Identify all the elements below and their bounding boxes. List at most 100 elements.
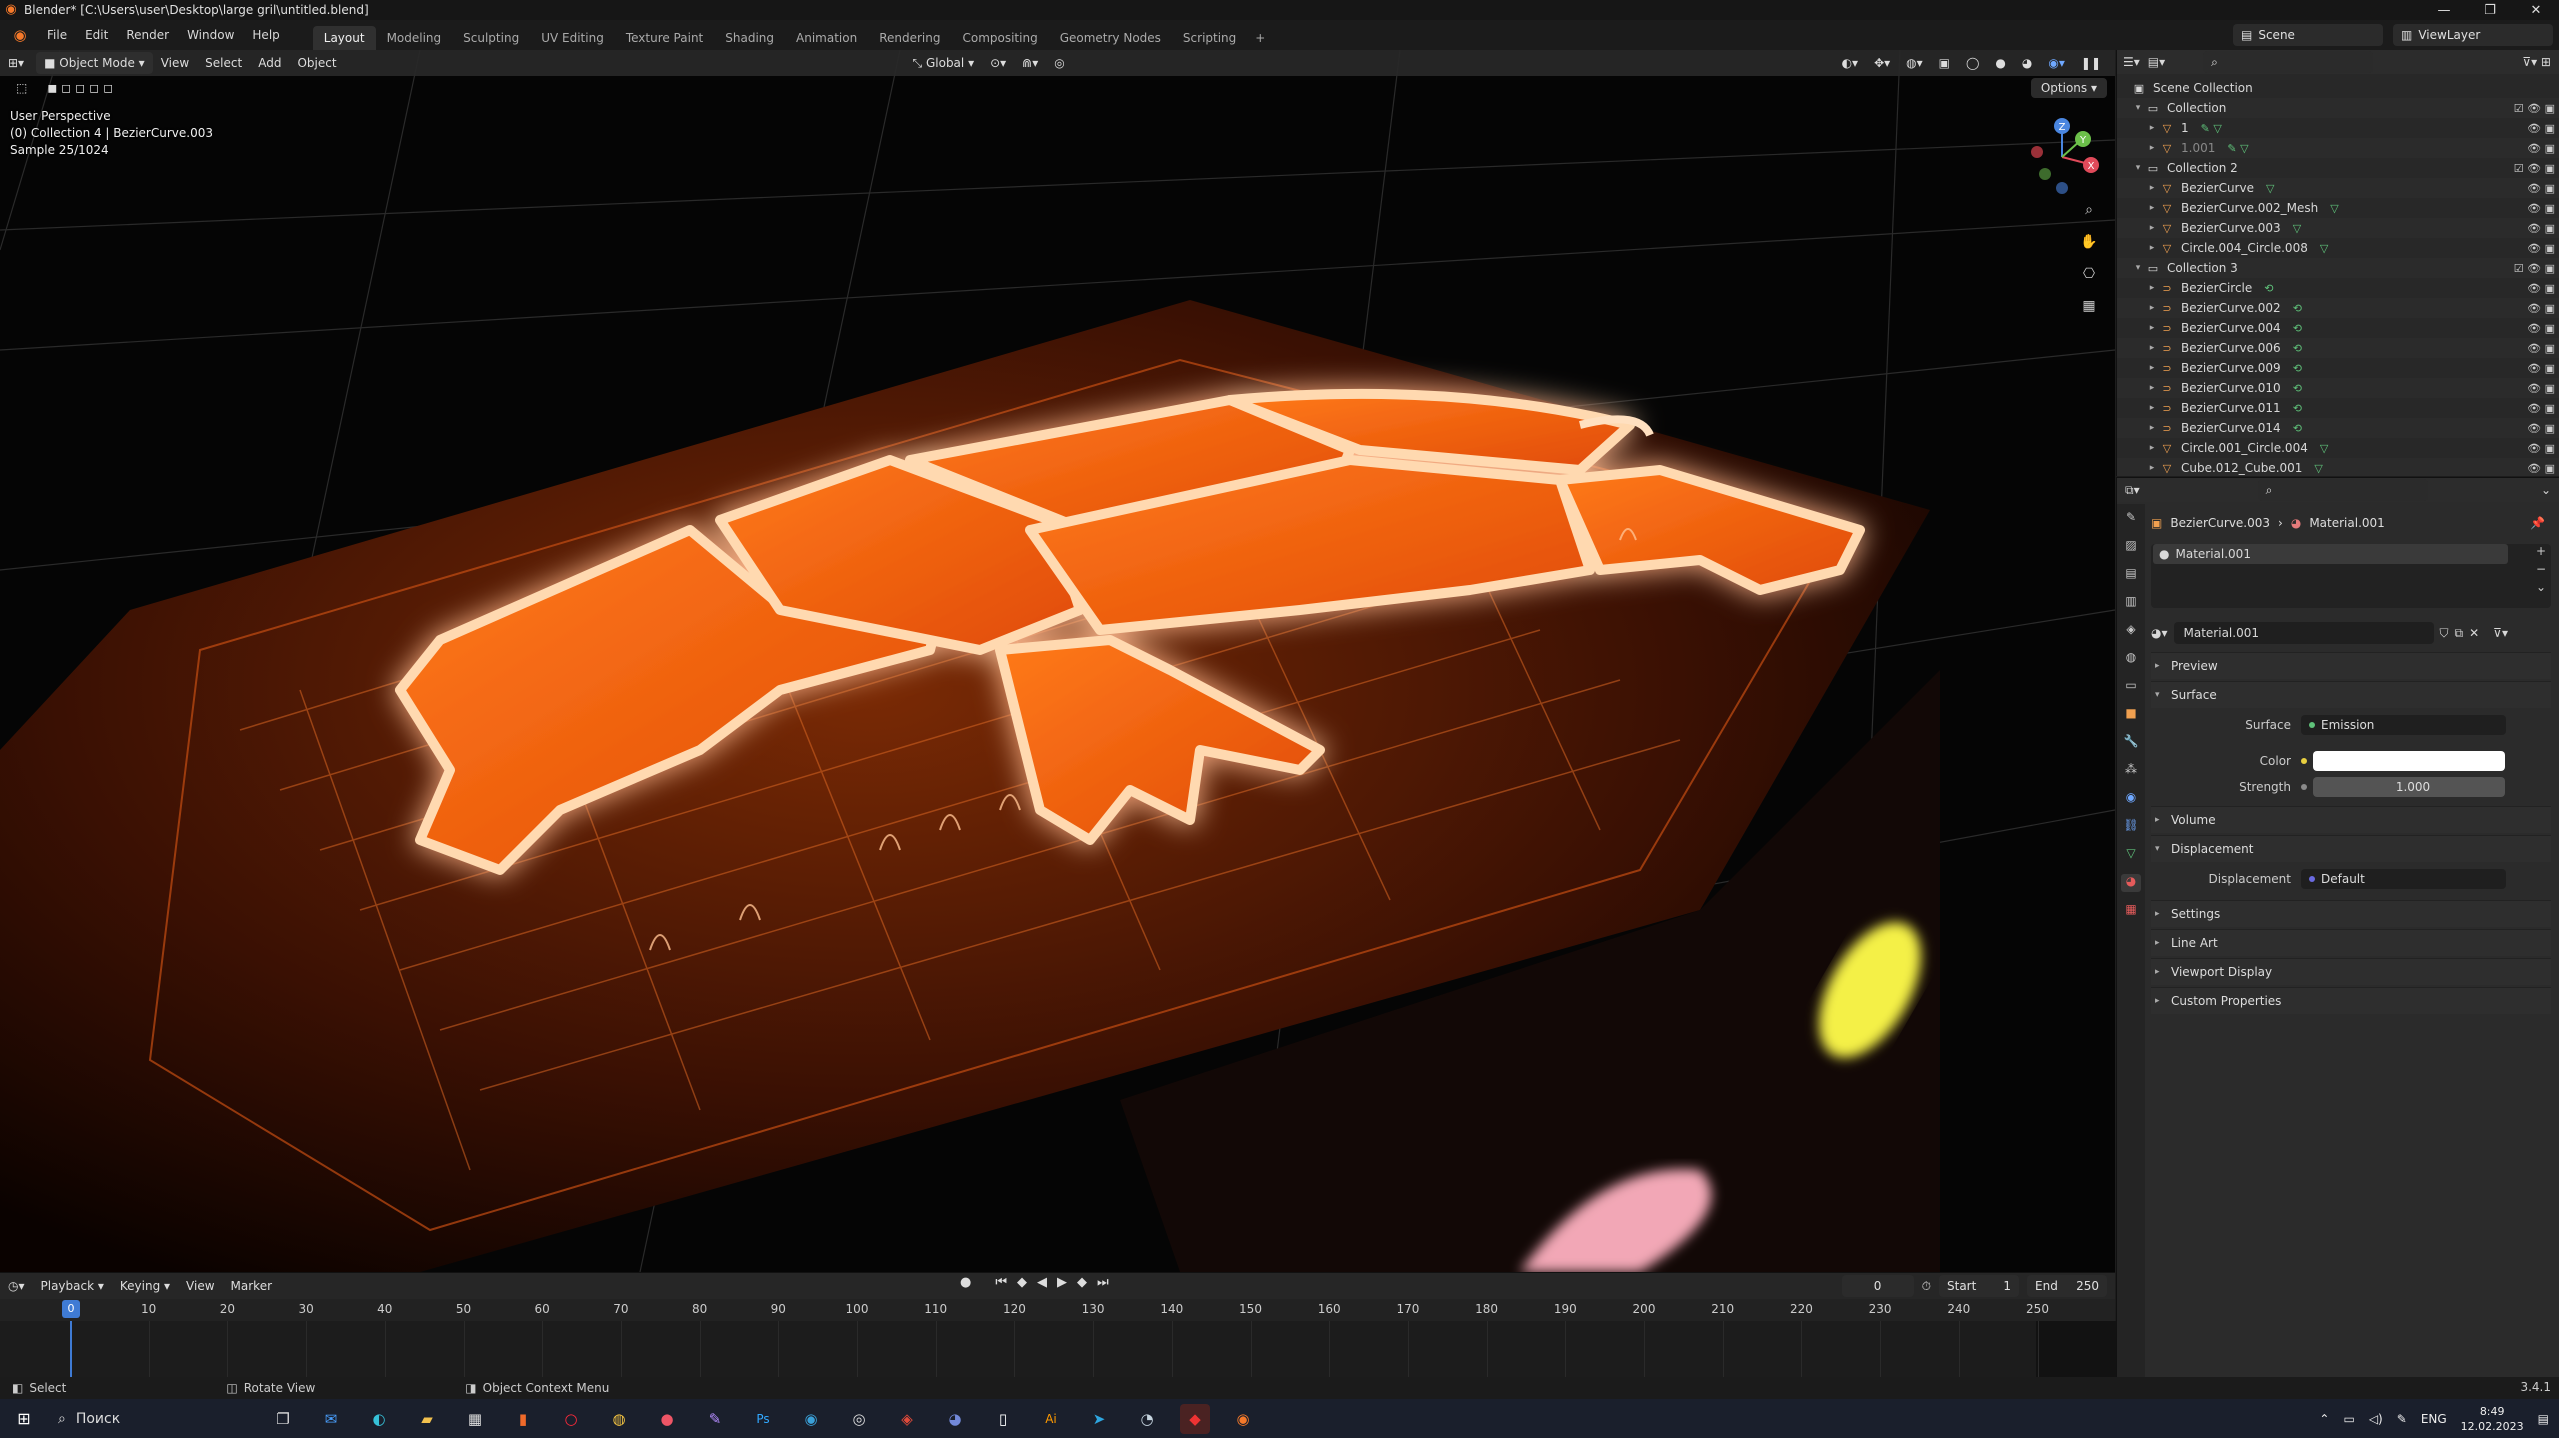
scene-selector[interactable]: ▤ Scene	[2233, 24, 2383, 46]
proportional-edit-icon[interactable]: ◎	[1046, 52, 1072, 74]
viewport-menu-select[interactable]: Select	[197, 52, 250, 74]
chevron-right-icon[interactable]: ▸	[2145, 443, 2159, 453]
red-app-icon[interactable]: ◆	[1180, 1403, 1210, 1434]
tray-expand-icon[interactable]: ⌃	[2319, 1412, 2329, 1426]
file-explorer-icon[interactable]: ▰	[412, 1404, 442, 1434]
timeline-menu-playback[interactable]: Playback ▾	[33, 1279, 112, 1293]
end-frame-field[interactable]: End 250	[2027, 1275, 2107, 1297]
line-art-panel[interactable]: ▸ Line Art	[2151, 929, 2551, 956]
chevron-right-icon[interactable]: ▸	[2145, 223, 2159, 233]
outliner-search-input[interactable]: ⌕	[2203, 51, 2374, 73]
prev-keyframe-icon[interactable]: ◆	[1017, 1275, 1027, 1290]
editor-type-icon[interactable]: ⊞▾	[0, 52, 32, 74]
current-frame-field[interactable]: 0	[1841, 1275, 1914, 1297]
visibility-toggles[interactable]: 👁 ▣	[2527, 362, 2555, 375]
shading-material-icon[interactable]: ◕	[2014, 52, 2040, 74]
workspace-tab-shading[interactable]: Shading	[714, 26, 785, 50]
properties-editor-icon[interactable]: ⧉▾	[2125, 483, 2140, 498]
outliner-item[interactable]: ▾ ▭ Collection 3 ☑ 👁 ▣	[2117, 258, 2559, 278]
chevron-down-icon[interactable]: ▾	[2131, 103, 2145, 113]
filter-icon[interactable]: ⊽▾ ⊞	[2522, 55, 2551, 69]
preview-panel[interactable]: ▸ Preview	[2151, 652, 2551, 679]
visibility-toggles[interactable]: 👁 ▣	[2527, 322, 2555, 335]
network-icon[interactable]: ▭	[2343, 1412, 2354, 1426]
scene-tab-icon[interactable]: ◈	[2121, 622, 2141, 640]
edge-browser-icon[interactable]: ◐	[364, 1404, 394, 1434]
jump-start-icon[interactable]: ⏮	[995, 1275, 1007, 1290]
visibility-toggles[interactable]: 👁 ▣	[2527, 122, 2555, 135]
chevron-right-icon[interactable]: ▸	[2145, 143, 2159, 153]
outliner-item[interactable]: ▸ ⊃ BezierCurve.004 ⟲ 👁 ▣	[2117, 318, 2559, 338]
gizmo-toggle-icon[interactable]: ✥▾	[1866, 52, 1898, 74]
add-workspace-button[interactable]: +	[1247, 26, 1273, 50]
viewport-menu-add[interactable]: Add	[250, 52, 289, 74]
shading-solid-icon[interactable]: ●	[1987, 52, 2013, 74]
material-tab-icon[interactable]: ◕	[2121, 874, 2141, 892]
displacement-panel[interactable]: ▾ Displacement	[2151, 835, 2551, 862]
chevron-down-icon[interactable]: ⌄	[2541, 483, 2551, 497]
material-name-field[interactable]: Material.001	[2173, 622, 2434, 644]
3d-viewport[interactable]: ⊞▾ ■ Object Mode ▾ View Select Add Objec…	[0, 50, 2115, 1272]
overlay-toggle-icon[interactable]: ◍▾	[1898, 52, 1931, 74]
navigation-gizmo[interactable]: Z X Y	[2017, 112, 2107, 202]
chevron-right-icon[interactable]: ▸	[2145, 343, 2159, 353]
windows-start-icon[interactable]: ⊞	[0, 1399, 48, 1438]
select-mode-icons[interactable]: ◼◻◻◻◻	[47, 81, 117, 95]
outliner-item[interactable]: ▸ ▽ 1 ✎ ▽ 👁 ▣	[2117, 118, 2559, 138]
transform-orientation[interactable]: ⤡ Global ▾	[905, 52, 983, 74]
play-icon[interactable]: ▶	[1057, 1275, 1067, 1290]
play-reverse-icon[interactable]: ◀	[1037, 1275, 1047, 1290]
properties-editor[interactable]: ⧉▾ ⌕ ⌄ ✎ ▨ ▤ ▥ ◈ ◍ ▭ ■ 🔧 ⁂ ◉ ⛓ ▽ ◕ ▦ ▣ B…	[2116, 477, 2559, 1377]
outliner-editor[interactable]: ☰▾ ▤▾ ⌕ ⊽▾ ⊞ ▣ Scene Collection ▾ ▭ Collec…	[2116, 50, 2559, 476]
task-view-icon[interactable]: ❐	[268, 1404, 298, 1434]
visibility-toggles[interactable]: ☑ 👁 ▣	[2514, 162, 2555, 175]
particles-tab-icon[interactable]: ⁂	[2121, 762, 2141, 780]
blender-taskbar-icon[interactable]: ◉	[1228, 1404, 1258, 1434]
chevron-right-icon[interactable]: ▸	[2145, 243, 2159, 253]
visibility-toggles[interactable]: 👁 ▣	[2527, 302, 2555, 315]
workspace-tab-sculpting[interactable]: Sculpting	[452, 26, 530, 50]
tool-tab-icon[interactable]: ✎	[2121, 510, 2141, 528]
visibility-toggles[interactable]: 👁 ▣	[2527, 462, 2555, 475]
outliner-item[interactable]: ▸ ▽ Circle.001_Circle.004 ▽ 👁 ▣	[2117, 438, 2559, 458]
texture-tab-icon[interactable]: ▦	[2121, 902, 2141, 920]
settings-panel[interactable]: ▸ Settings	[2151, 900, 2551, 927]
timeline-editor-icon[interactable]: ◷▾	[0, 1279, 33, 1293]
mail-icon[interactable]: ✉	[316, 1404, 346, 1434]
view-layer-tab-icon[interactable]: ▥	[2121, 594, 2141, 612]
chevron-right-icon[interactable]: ▸	[2145, 403, 2159, 413]
collection-tab-icon[interactable]: ▭	[2121, 678, 2141, 696]
language-indicator[interactable]: ENG	[2421, 1412, 2447, 1426]
outliner-item[interactable]: ▸ ▽ Cube.012_Cube.001 ▽ 👁 ▣	[2117, 458, 2559, 476]
outliner-item[interactable]: ▸ ▽ BezierCurve.002_Mesh ▽ 👁 ▣	[2117, 198, 2559, 218]
illustrator-icon[interactable]: Ai	[1036, 1404, 1066, 1434]
strength-field[interactable]: 1.000	[2313, 777, 2505, 797]
visibility-toggles[interactable]: 👁 ▣	[2527, 282, 2555, 295]
emission-color-swatch[interactable]	[2313, 751, 2505, 771]
telegram-icon[interactable]: ➤	[1084, 1404, 1114, 1434]
stopwatch-icon[interactable]: ⏱	[1922, 1275, 1931, 1297]
opera-icon[interactable]: ○	[556, 1404, 586, 1434]
outliner-item[interactable]: ▸ ⊃ BezierCurve.006 ⟲ 👁 ▣	[2117, 338, 2559, 358]
visibility-toggles[interactable]: 👁 ▣	[2527, 342, 2555, 355]
display-mode-icon[interactable]: ▤▾	[2148, 55, 2165, 69]
pen-app-icon[interactable]: ✎	[700, 1404, 730, 1434]
minimize-button[interactable]: —	[2421, 0, 2467, 20]
visibility-icon[interactable]: ◐▾	[1834, 52, 1867, 74]
outliner-item[interactable]: ▾ ▭ Collection 2 ☑ 👁 ▣	[2117, 158, 2559, 178]
outliner-item[interactable]: ▸ ▽ BezierCurve ▽ 👁 ▣	[2117, 178, 2559, 198]
chevron-down-icon[interactable]: ▾	[2131, 263, 2145, 273]
render-tab-icon[interactable]: ▨	[2121, 538, 2141, 556]
mode-selector[interactable]: ■ Object Mode ▾	[36, 52, 153, 74]
select-box-icon[interactable]: ⬚	[16, 81, 27, 95]
outliner-item[interactable]: ▸ ⊃ BezierCurve.009 ⟲ 👁 ▣	[2117, 358, 2559, 378]
pivot-point-icon[interactable]: ⊙▾	[982, 52, 1014, 74]
options-button[interactable]: Options ▾	[2030, 78, 2107, 98]
pause-render-icon[interactable]: ❚❚	[2073, 52, 2109, 74]
menu-render[interactable]: Render	[117, 20, 178, 50]
clock[interactable]: 8:49 12.02.2023	[2461, 1404, 2524, 1434]
menu-file[interactable]: File	[38, 20, 76, 50]
slot-menu-icon[interactable]: ⌄	[2536, 580, 2546, 594]
outliner-scene-collection[interactable]: ▣ Scene Collection	[2117, 78, 2559, 98]
chevron-right-icon[interactable]: ▸	[2145, 423, 2159, 433]
